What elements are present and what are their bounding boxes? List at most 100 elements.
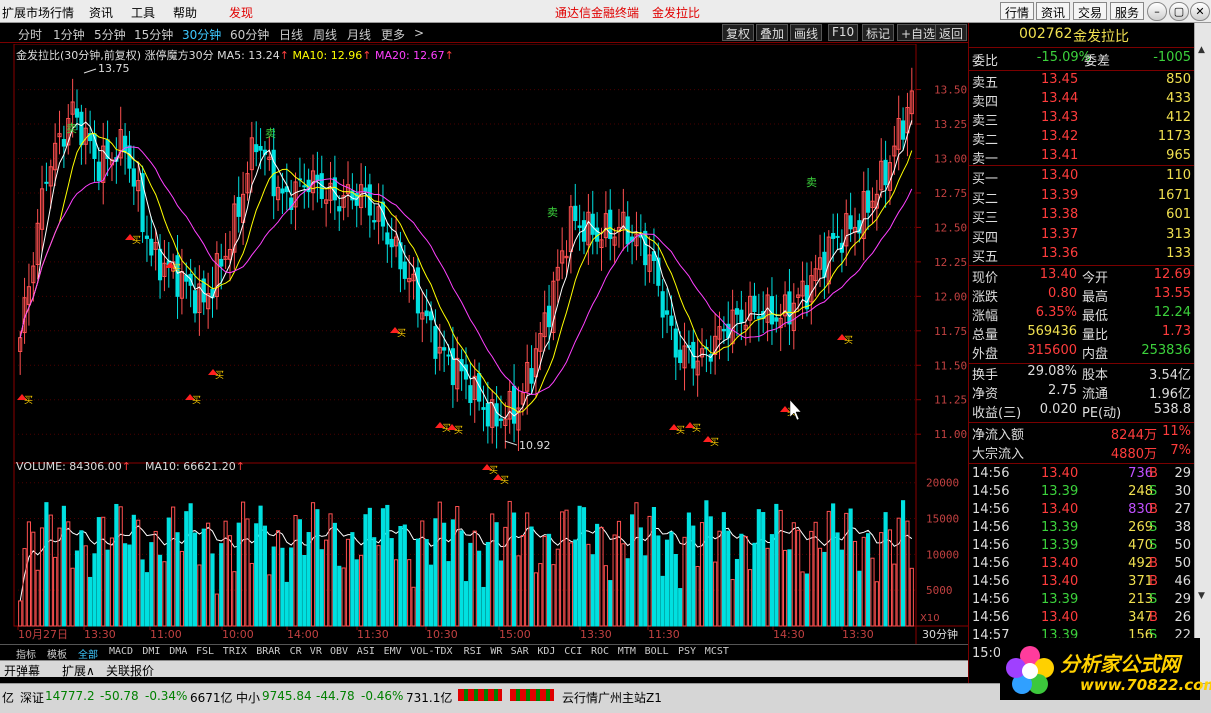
period-week[interactable]: 周线 — [313, 26, 337, 43]
indicator-tab-9[interactable]: CR — [290, 646, 302, 657]
period-more[interactable]: 更多 — [381, 26, 405, 43]
indicator-tab-15[interactable]: RSI — [464, 646, 482, 657]
overlay-button[interactable]: 叠加 — [756, 24, 789, 41]
volume-bar — [765, 547, 770, 627]
indicator-tab-6[interactable]: FSL — [196, 646, 214, 657]
ask-row[interactable]: 卖二 13.42 1173 — [969, 129, 1195, 148]
period-15min[interactable]: 15分钟 — [134, 26, 173, 43]
restore-rights-button[interactable]: 复权 — [722, 24, 755, 41]
volume-bar — [822, 551, 827, 627]
indicator-tab-3[interactable]: MACD — [109, 646, 133, 657]
candle-body — [734, 308, 740, 315]
sz-index-label[interactable]: 深证 — [20, 689, 44, 706]
bid-row[interactable]: 买五 13.36 133 — [969, 246, 1195, 265]
vertical-scrollbar[interactable]: ▲ ▼ — [1194, 23, 1211, 683]
indicator-tab-19[interactable]: CCI — [564, 646, 582, 657]
zx-index-label[interactable]: 中小 — [236, 689, 260, 706]
indicator-tab-12[interactable]: ASI — [357, 646, 375, 657]
quote-button[interactable]: 行情 — [1000, 2, 1035, 20]
volume-bar — [258, 505, 263, 627]
period-month[interactable]: 月线 — [347, 26, 371, 43]
ad-stock-name[interactable]: 金发拉比 — [652, 4, 700, 21]
chevron-right-icon[interactable]: > — [414, 26, 424, 40]
scroll-down-icon[interactable]: ▼ — [1198, 591, 1205, 601]
volume-bar — [367, 507, 372, 627]
period-1min[interactable]: 1分钟 — [53, 26, 85, 43]
market-breadth-icon-2 — [510, 689, 554, 701]
period-fenshi[interactable]: 分时 — [18, 26, 42, 43]
scroll-up-icon[interactable]: ▲ — [1198, 45, 1205, 55]
kline-svg[interactable]: 买买买买买买买买买买买买买买买卖卖卖卖 13.5013.2513.0012.75… — [0, 44, 968, 644]
period-30min[interactable]: 30分钟 — [182, 26, 221, 43]
indicator-tab-1[interactable]: 模板 — [47, 646, 67, 661]
draw-line-button[interactable]: 画线 — [790, 24, 823, 41]
server-name[interactable]: 云行情广州主站Z1 — [562, 689, 662, 706]
indicator-tab-2[interactable]: 全部 — [78, 646, 98, 661]
volume-bar — [210, 553, 215, 627]
trade-button[interactable]: 交易 — [1073, 2, 1108, 20]
minimize-icon[interactable]: – — [1147, 2, 1167, 21]
ask-row[interactable]: 卖五 13.45 850 — [969, 72, 1195, 91]
volume-bar — [254, 523, 259, 627]
period-day[interactable]: 日线 — [279, 26, 303, 43]
indicator-tab-22[interactable]: BOLL — [645, 646, 669, 657]
expand-button[interactable]: 扩展∧ — [62, 662, 95, 679]
danmaku-button[interactable]: 开弹幕 — [4, 662, 40, 679]
ask-row[interactable]: 卖三 13.43 412 — [969, 110, 1195, 129]
volume-bar — [651, 506, 657, 627]
ask-row[interactable]: 卖一 13.41 965 — [969, 148, 1195, 167]
time-label: 14:30 — [773, 628, 805, 641]
chart-formula: 涨停魔方30分 — [144, 49, 214, 62]
indicator-tab-24[interactable]: MCST — [705, 646, 729, 657]
indicator-tab-5[interactable]: DMA — [169, 646, 187, 657]
indicator-tab-0[interactable]: 指标 — [16, 646, 36, 661]
info-button[interactable]: 资讯 — [1036, 2, 1071, 20]
quote-row: 涨跌 0.80 最高 13.55 — [972, 286, 1191, 305]
kline-chart[interactable]: 买买买买买买买买买买买买买买买卖卖卖卖 13.5013.2513.0012.75… — [0, 44, 968, 644]
volume-bar — [70, 567, 75, 627]
candle-body — [866, 190, 871, 213]
indicator-tab-10[interactable]: VR — [310, 646, 322, 657]
back-button[interactable]: 返回 — [935, 24, 968, 41]
indicator-tab-4[interactable]: DMI — [142, 646, 160, 657]
ask-row[interactable]: 卖四 13.44 433 — [969, 91, 1195, 110]
bid-row[interactable]: 买二 13.39 1671 — [969, 188, 1195, 207]
buy-signal-label: 买 — [500, 475, 509, 486]
indicator-tab-11[interactable]: OBV — [330, 646, 348, 657]
related-quote-button[interactable]: 关联报价 — [106, 662, 154, 679]
volume-bar — [857, 570, 862, 627]
menu-info[interactable]: 资讯 — [89, 4, 113, 21]
period-60min[interactable]: 60分钟 — [230, 26, 269, 43]
volume-bar — [101, 516, 106, 627]
mark-button[interactable]: 标记 — [862, 24, 895, 41]
indicator-tab-13[interactable]: EMV — [384, 646, 402, 657]
volume-bar — [315, 509, 320, 627]
indicator-tab-7[interactable]: TRIX — [223, 646, 247, 657]
menu-tools[interactable]: 工具 — [131, 4, 155, 21]
indicator-tab-17[interactable]: SAR — [511, 646, 529, 657]
candle-body — [835, 235, 840, 238]
add-watchlist-button[interactable]: +自选 — [897, 24, 940, 41]
indicator-tab-18[interactable]: KDJ — [537, 646, 555, 657]
service-button[interactable]: 服务 — [1110, 2, 1145, 20]
ad-terminal-name[interactable]: 通达信金融终端 — [555, 4, 639, 21]
indicator-tab-16[interactable]: WR — [490, 646, 502, 657]
menu-discover[interactable]: 发现 — [229, 4, 253, 21]
period-5min[interactable]: 5分钟 — [94, 26, 126, 43]
bid-row[interactable]: 买四 13.37 313 — [969, 227, 1195, 246]
menu-expand-market[interactable]: 扩展市场行情 — [2, 4, 74, 21]
maximize-icon[interactable]: ▢ — [1169, 2, 1189, 21]
indicator-tab-23[interactable]: PSY — [678, 646, 696, 657]
price-tick-label: 12.00 — [934, 290, 967, 303]
indicator-tab-20[interactable]: ROC — [591, 646, 609, 657]
menu-help[interactable]: 帮助 — [173, 4, 197, 21]
volume-bar — [782, 549, 788, 627]
f10-button[interactable]: F10 — [828, 24, 859, 41]
indicator-tab-8[interactable]: BRAR — [256, 646, 280, 657]
indicator-tab-14[interactable]: VOL-TDX — [410, 646, 452, 657]
indicator-tab-21[interactable]: MTM — [618, 646, 636, 657]
volume-bar — [319, 549, 324, 627]
bid-row[interactable]: 买一 13.40 110 — [969, 168, 1195, 187]
close-icon[interactable]: ✕ — [1190, 2, 1210, 21]
bid-row[interactable]: 买三 13.38 601 — [969, 207, 1195, 226]
